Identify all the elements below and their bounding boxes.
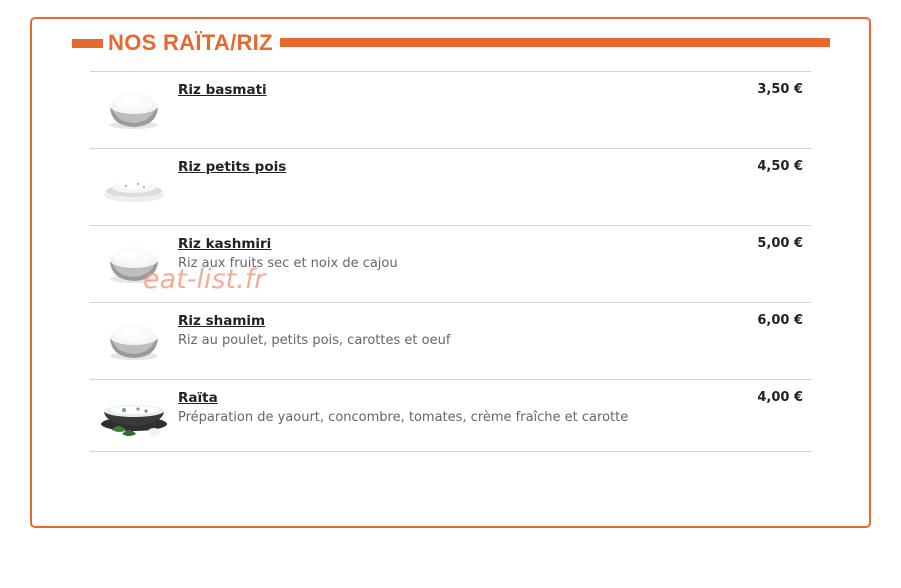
item-description: Riz au poulet, petits pois, carottes et … — [178, 333, 451, 348]
item-name[interactable]: Riz petits pois — [178, 159, 286, 175]
item-name[interactable]: Raïta — [178, 390, 218, 406]
rice-bowl-image — [110, 324, 158, 360]
item-price: 4,00 € — [757, 390, 803, 405]
menu-list: Riz basmati 3,50 € Riz petits pois 4,50 … — [90, 71, 811, 452]
item-price: 3,50 € — [757, 82, 803, 97]
item-price: 6,00 € — [757, 313, 803, 328]
item-price: 5,00 € — [757, 236, 803, 251]
heading-bar-left — [72, 39, 103, 48]
rice-plate-image — [104, 181, 164, 202]
item-name[interactable]: Riz kashmiri — [178, 236, 271, 252]
section-header: NOS RAÏTA/RIZ — [42, 30, 830, 56]
section-title: NOS RAÏTA/RIZ — [108, 30, 273, 55]
menu-item[interactable]: Raïta Préparation de yaourt, concombre, … — [90, 379, 811, 452]
menu-item[interactable]: Riz basmati 3,50 € — [90, 71, 811, 148]
item-description: Préparation de yaourt, concombre, tomate… — [178, 410, 629, 425]
heading-bar-right — [280, 38, 830, 47]
item-name[interactable]: Riz shamim — [178, 313, 265, 329]
item-price: 4,50 € — [757, 159, 803, 174]
item-name[interactable]: Riz basmati — [178, 82, 267, 98]
rice-bowl-image — [110, 93, 158, 129]
raita-bowl-image — [101, 405, 167, 436]
menu-item[interactable]: Riz shamim Riz au poulet, petits pois, c… — [90, 302, 811, 379]
menu-item[interactable]: Riz petits pois 4,50 € — [90, 148, 811, 225]
watermark: eat-list.fr — [143, 264, 266, 295]
